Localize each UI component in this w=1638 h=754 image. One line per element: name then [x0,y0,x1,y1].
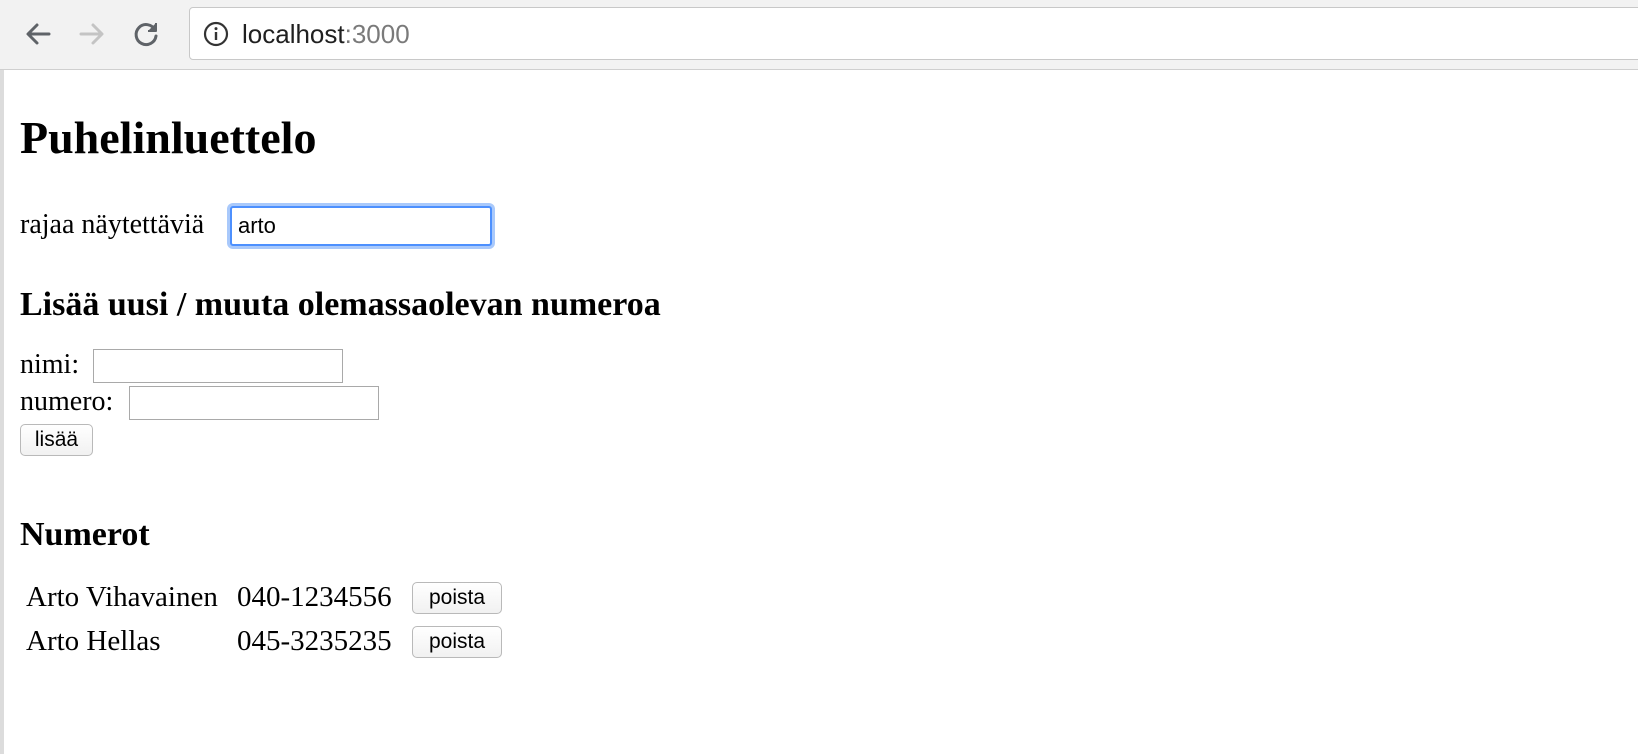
filter-input[interactable] [230,206,492,246]
info-circle-icon[interactable] [203,21,229,47]
arrow-right-icon [79,23,104,45]
url-port: :3000 [344,19,410,49]
add-button[interactable]: lisää [20,424,93,456]
url-host: localhost [242,19,345,49]
entry-number: 045-3235235 [237,625,392,657]
url-text: localhost:3000 [242,18,410,50]
delete-button[interactable]: poista [412,582,502,614]
reload-icon [134,23,158,46]
page-content: Puhelinluettelo rajaa näytettäviä Lisää … [20,70,1620,754]
numbers-heading: Numerot [20,516,150,553]
number-label: numero: [20,386,114,417]
name-label: nimi: [20,349,80,380]
back-button[interactable] [18,14,58,54]
delete-button[interactable]: poista [412,626,502,658]
number-input[interactable] [129,386,379,420]
forward-button[interactable] [72,14,112,54]
entry-number: 040-1234556 [237,581,392,613]
reload-button[interactable] [126,14,166,54]
filter-label: rajaa näytettäviä [20,209,205,240]
add-form-heading: Lisää uusi / muuta olemassaolevan numero… [20,286,661,323]
arrow-left-icon [26,23,51,45]
entry-name: Arto Vihavainen [26,581,218,613]
entry-name: Arto Hellas [26,625,161,657]
browser-toolbar: localhost:3000 [0,0,1638,70]
address-bar[interactable]: localhost:3000 [189,7,1638,60]
window-edge [0,70,4,754]
name-input[interactable] [93,349,343,383]
page-title: Puhelinluettelo [20,112,317,163]
